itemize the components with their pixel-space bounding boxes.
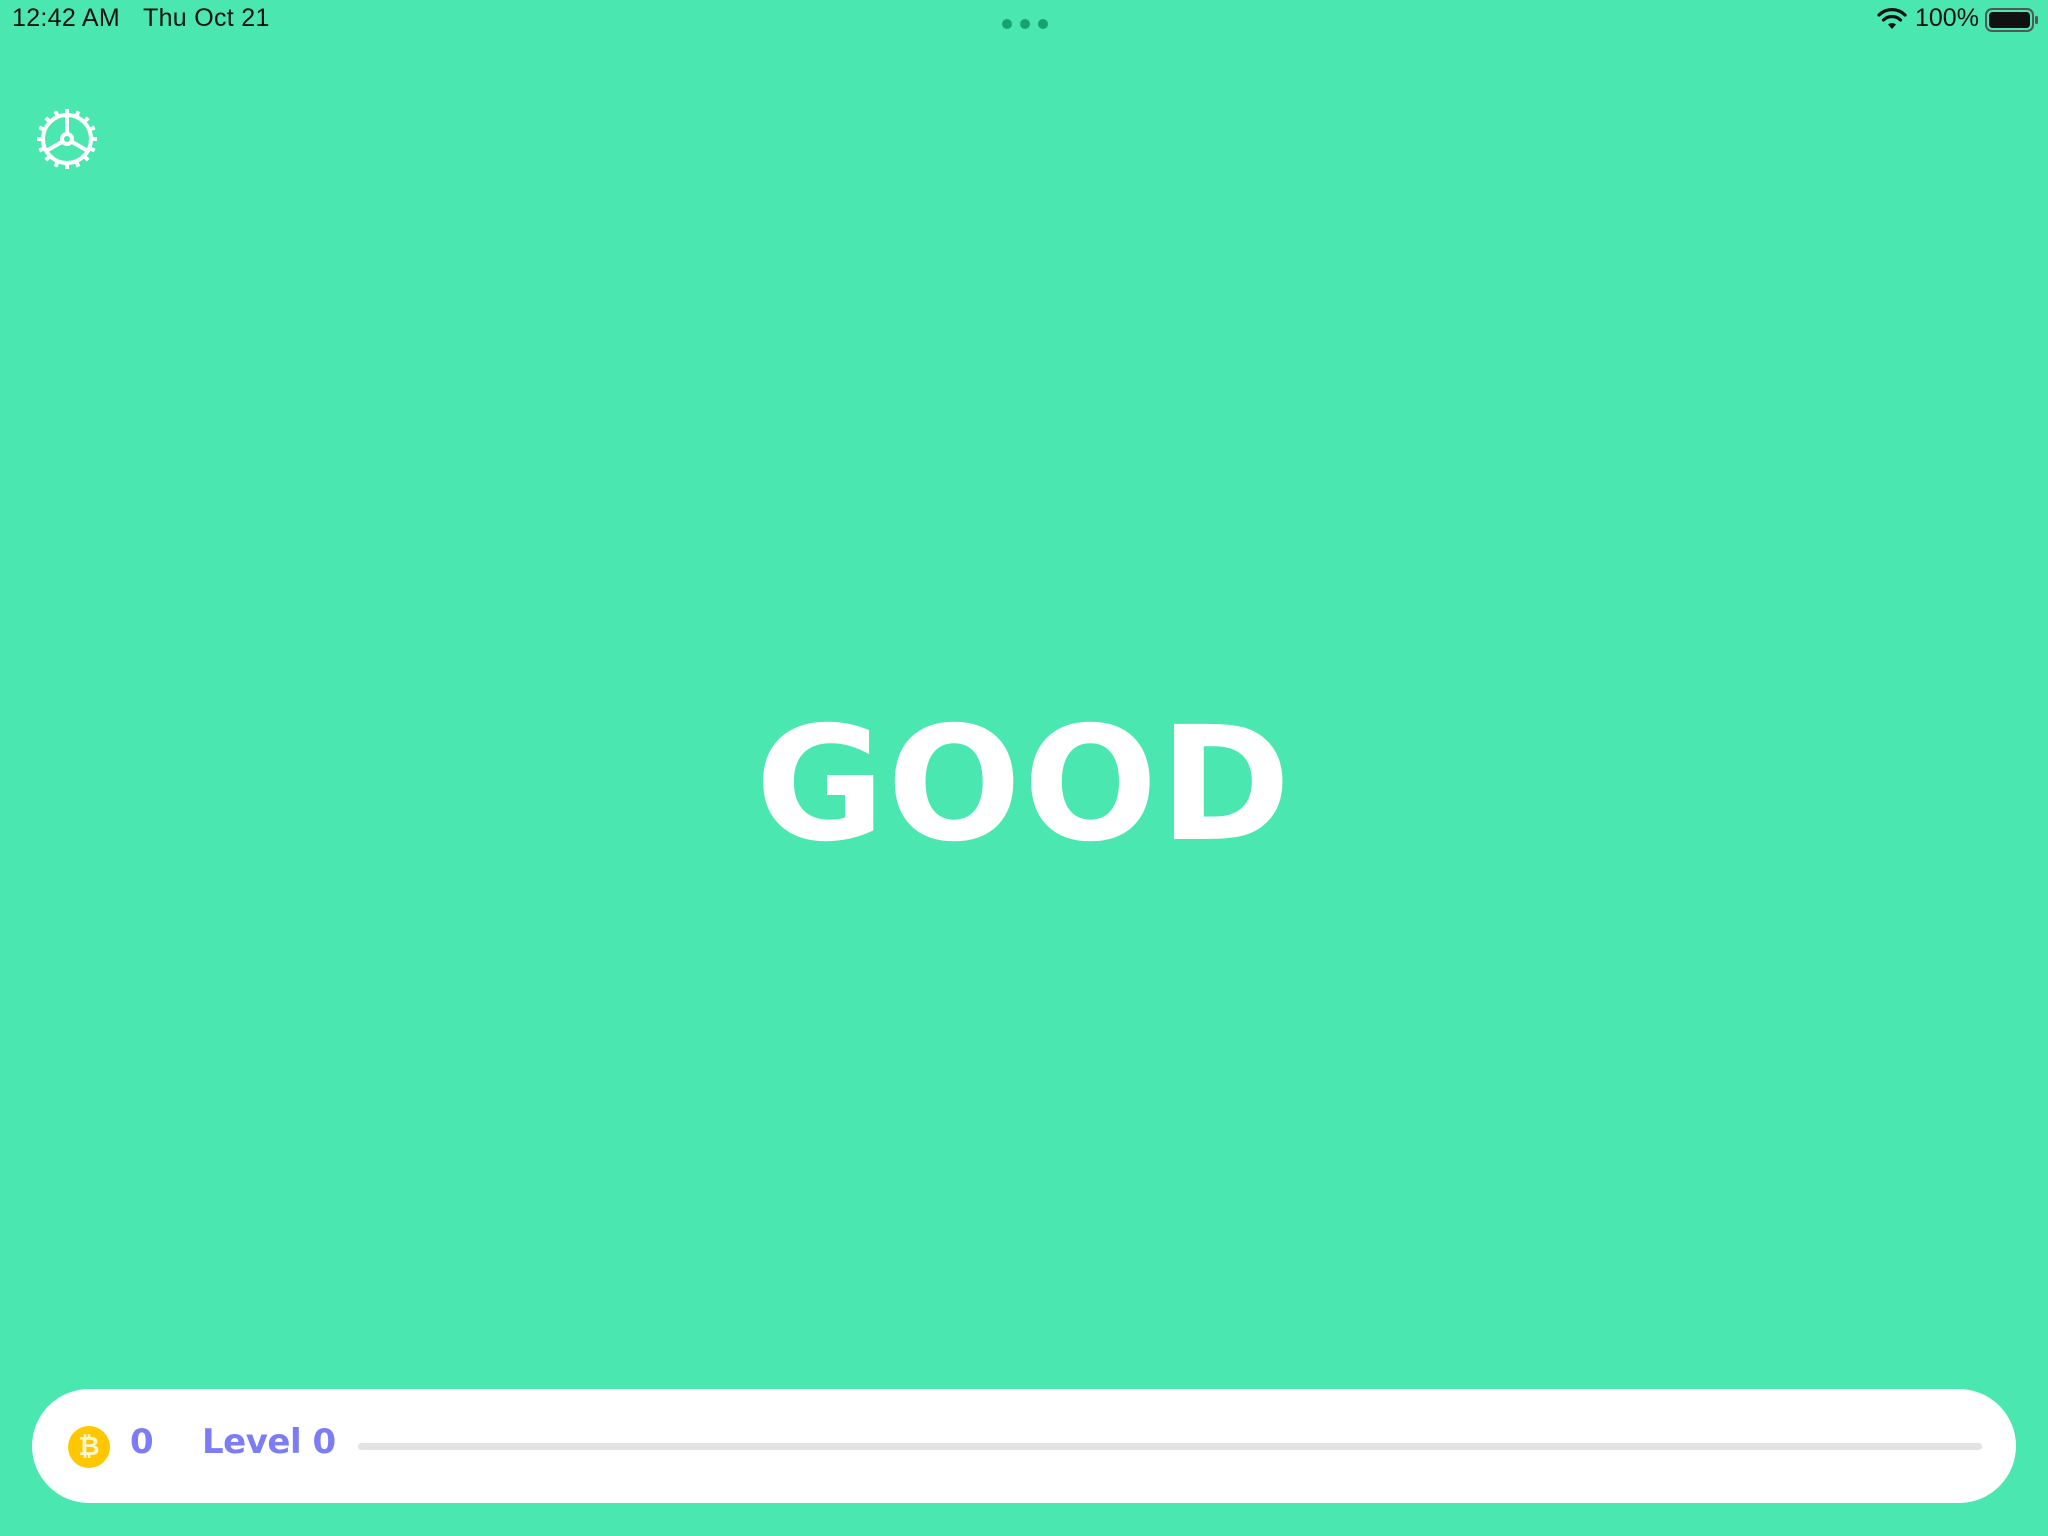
battery-icon: [1985, 8, 2038, 32]
coin-count: 0: [130, 1422, 154, 1462]
game-screen: 12:42 AM Thu Oct 21 100% GOOD ₿ 0 Level …: [0, 0, 2048, 1536]
battery-percentage: 100%: [1915, 4, 1979, 32]
progress-bar-panel: ₿ 0 Level 0: [32, 1389, 2016, 1503]
bitcoin-coin-icon: ₿: [68, 1426, 110, 1468]
wifi-icon: [1877, 8, 1907, 29]
status-bar: 12:42 AM Thu Oct 21 100%: [0, 0, 2048, 40]
level-progress-track: [358, 1443, 1982, 1450]
multitasking-menu-icon[interactable]: [1002, 19, 1048, 29]
level-label: Level 0: [202, 1422, 336, 1462]
settings-gear-icon[interactable]: [34, 106, 100, 172]
status-date: Thu Oct 21: [143, 4, 270, 32]
feedback-word: GOOD: [755, 693, 1293, 877]
status-time: 12:42 AM: [12, 4, 121, 32]
